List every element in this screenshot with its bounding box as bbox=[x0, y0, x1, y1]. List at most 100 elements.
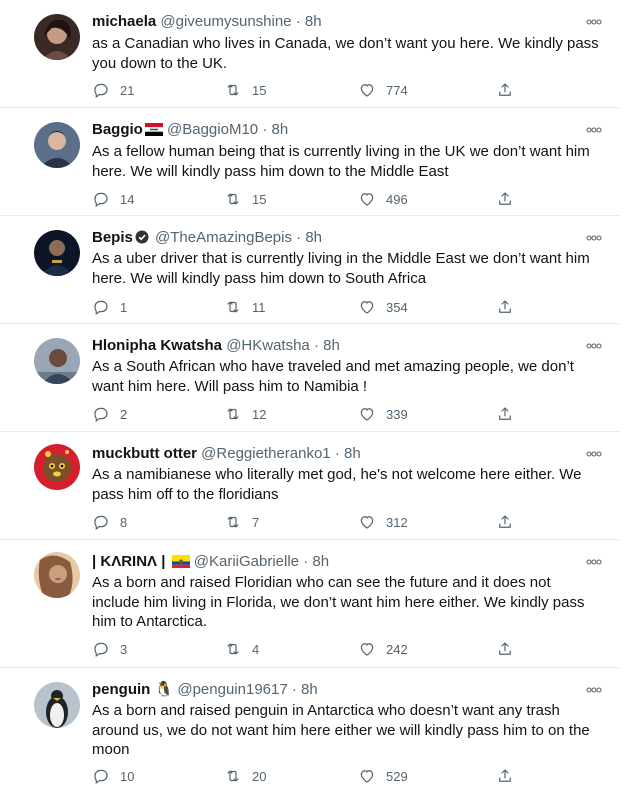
retweet-button[interactable]: 15 bbox=[224, 189, 266, 209]
tweet-text: As a born and raised penguin in Antarcti… bbox=[92, 702, 590, 758]
like-button[interactable]: 774 bbox=[358, 80, 408, 100]
share-icon bbox=[499, 300, 511, 313]
retweet-button[interactable]: 11 bbox=[224, 297, 266, 317]
separator-dot: · bbox=[313, 337, 319, 354]
tweet-header: Bepis @TheAmazingBepis · 8h bbox=[92, 228, 586, 247]
user-handle[interactable]: @HKwatsha bbox=[226, 337, 310, 354]
tweet[interactable]: | KΛRINΛ | @KariiGabrielle · 8h As a bor… bbox=[0, 540, 620, 668]
like-count: 529 bbox=[386, 768, 408, 784]
more-icon[interactable] bbox=[586, 448, 602, 458]
user-handle[interactable]: @penguin19617 bbox=[177, 681, 287, 698]
retweet-button[interactable]: 12 bbox=[224, 404, 266, 424]
separator-dot: · bbox=[296, 229, 302, 246]
share-icon bbox=[499, 83, 511, 96]
reply-button[interactable]: 1 bbox=[92, 297, 127, 317]
retweet-button[interactable]: 15 bbox=[224, 80, 266, 100]
tweet[interactable]: muckbutt otter @Reggietheranko1 · 8h As … bbox=[0, 432, 620, 540]
tweet[interactable]: Hlonipha Kwatsha @HKwatsha · 8h As a Sou… bbox=[0, 324, 620, 432]
user-handle[interactable]: @BaggioM10 bbox=[167, 121, 258, 138]
avatar[interactable] bbox=[34, 682, 80, 728]
user-handle[interactable]: @Reggietheranko1 bbox=[201, 445, 330, 462]
display-name[interactable]: penguin bbox=[92, 681, 150, 698]
retweet-count: 4 bbox=[252, 641, 260, 657]
retweet-icon bbox=[227, 770, 239, 782]
share-button[interactable] bbox=[496, 512, 514, 532]
timestamp[interactable]: 8h bbox=[301, 681, 318, 698]
share-button[interactable] bbox=[496, 404, 514, 424]
tweet-header: michaela @giveumysunshine · 8h bbox=[92, 12, 586, 31]
avatar[interactable] bbox=[34, 444, 80, 490]
avatar[interactable] bbox=[34, 552, 80, 598]
display-name[interactable]: michaela bbox=[92, 13, 156, 30]
separator-dot: · bbox=[303, 553, 309, 570]
timestamp[interactable]: 8h bbox=[305, 229, 322, 246]
reply-icon bbox=[94, 769, 108, 785]
more-icon[interactable] bbox=[586, 340, 602, 350]
tweet[interactable]: Bepis @TheAmazingBepis · 8h As a uber dr… bbox=[0, 216, 620, 324]
like-button[interactable]: 312 bbox=[358, 512, 408, 532]
user-handle[interactable]: @TheAmazingBepis bbox=[155, 229, 292, 246]
like-button[interactable]: 529 bbox=[358, 766, 408, 786]
tweet[interactable]: Baggio @BaggioM10 · 8h As a fellow human… bbox=[0, 108, 620, 216]
share-button[interactable] bbox=[496, 80, 514, 100]
more-icon[interactable] bbox=[586, 124, 602, 134]
retweet-icon bbox=[227, 193, 239, 205]
retweet-icon bbox=[227, 643, 239, 655]
retweet-count: 15 bbox=[252, 82, 267, 98]
reply-button[interactable]: 2 bbox=[92, 404, 127, 424]
more-icon[interactable] bbox=[586, 16, 602, 26]
like-button[interactable]: 242 bbox=[358, 639, 408, 659]
user-handle[interactable]: @KariiGabrielle bbox=[194, 553, 299, 570]
action-bar: 10 20 529 bbox=[92, 766, 522, 786]
like-button[interactable]: 496 bbox=[358, 189, 408, 209]
timestamp[interactable]: 8h bbox=[344, 445, 361, 462]
retweet-count: 11 bbox=[252, 299, 266, 315]
display-name[interactable]: | KΛRINΛ | bbox=[92, 553, 165, 570]
share-icon bbox=[499, 515, 511, 528]
reply-button[interactable]: 10 bbox=[92, 766, 134, 786]
like-count: 339 bbox=[386, 406, 408, 422]
user-handle[interactable]: @giveumysunshine bbox=[160, 13, 291, 30]
tweet[interactable]: michaela @giveumysunshine · 8h as a Cana… bbox=[0, 0, 620, 108]
timestamp[interactable]: 8h bbox=[305, 13, 322, 30]
reply-button[interactable]: 14 bbox=[92, 189, 134, 209]
retweet-button[interactable]: 4 bbox=[224, 639, 259, 659]
avatar[interactable] bbox=[34, 122, 80, 168]
display-name[interactable]: muckbutt otter bbox=[92, 445, 197, 462]
reply-icon bbox=[94, 407, 108, 423]
share-button[interactable] bbox=[496, 297, 514, 317]
action-bar: 2 12 339 bbox=[92, 404, 522, 424]
timestamp[interactable]: 8h bbox=[323, 337, 340, 354]
like-button[interactable]: 339 bbox=[358, 404, 408, 424]
heart-icon bbox=[360, 408, 374, 421]
tweet[interactable]: penguin 🐧 @penguin19617 · 8h As a born a… bbox=[0, 668, 620, 796]
tweet-text: As a South African who have traveled and… bbox=[92, 358, 574, 395]
timestamp[interactable]: 8h bbox=[312, 553, 329, 570]
share-icon bbox=[499, 407, 511, 420]
share-button[interactable] bbox=[496, 766, 514, 786]
timestamp[interactable]: 8h bbox=[271, 121, 288, 138]
reply-icon bbox=[94, 642, 108, 658]
reply-count: 1 bbox=[120, 299, 128, 315]
share-button[interactable] bbox=[496, 189, 514, 209]
reply-count: 8 bbox=[120, 514, 128, 530]
tweet-header: muckbutt otter @Reggietheranko1 · 8h bbox=[92, 444, 586, 463]
reply-button[interactable]: 21 bbox=[92, 80, 134, 100]
more-icon[interactable] bbox=[586, 684, 602, 694]
display-name[interactable]: Hlonipha Kwatsha bbox=[92, 337, 222, 354]
reply-button[interactable]: 8 bbox=[92, 512, 127, 532]
retweet-button[interactable]: 20 bbox=[224, 766, 266, 786]
share-button[interactable] bbox=[496, 639, 514, 659]
display-name[interactable]: Bepis bbox=[92, 229, 133, 246]
avatar[interactable] bbox=[34, 14, 80, 60]
action-bar: 1 11 354 bbox=[92, 297, 522, 317]
more-icon[interactable] bbox=[586, 556, 602, 566]
reply-button[interactable]: 3 bbox=[92, 639, 127, 659]
display-name[interactable]: Baggio bbox=[92, 121, 143, 138]
heart-icon bbox=[360, 643, 374, 656]
avatar[interactable] bbox=[34, 230, 80, 276]
avatar[interactable] bbox=[34, 338, 80, 384]
like-button[interactable]: 354 bbox=[358, 297, 408, 317]
more-icon[interactable] bbox=[586, 232, 602, 242]
retweet-button[interactable]: 7 bbox=[224, 512, 259, 532]
